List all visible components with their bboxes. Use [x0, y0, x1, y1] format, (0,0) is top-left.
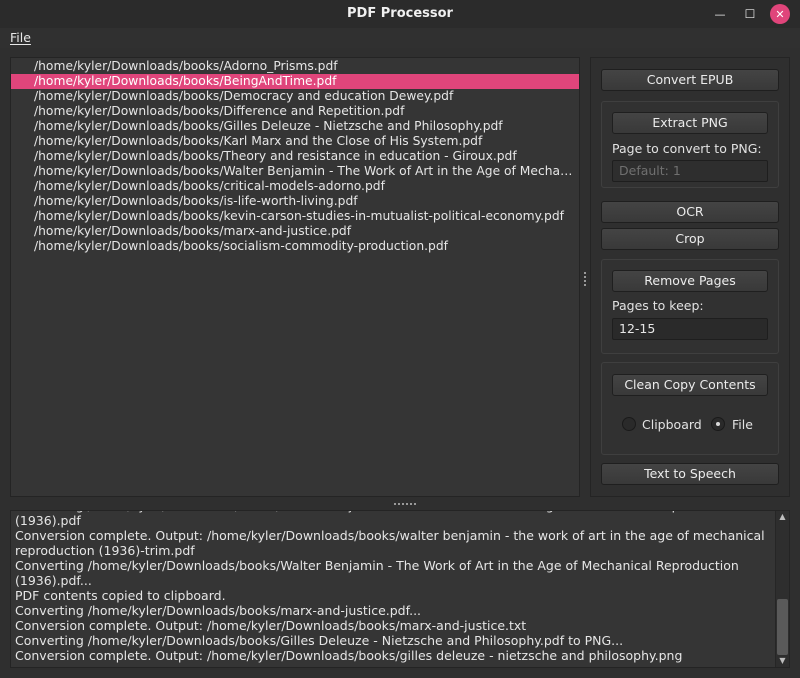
- window-title: PDF Processor: [347, 6, 453, 21]
- scroll-down-icon[interactable]: ▼: [776, 655, 789, 667]
- extract-png-button[interactable]: Extract PNG: [612, 112, 768, 134]
- file-list-item[interactable]: /home/kyler/Downloads/books/critical-mod…: [11, 179, 579, 194]
- clipboard-radio[interactable]: [622, 417, 636, 431]
- log-line: Converting /home/kyler/Downloads/books/W…: [15, 511, 739, 528]
- vertical-splitter-handle[interactable]: [584, 272, 587, 290]
- remove-pages-group: Remove Pages Pages to keep: 12-15: [601, 259, 779, 354]
- ocr-button[interactable]: OCR: [601, 201, 779, 223]
- scroll-thumb[interactable]: [777, 599, 788, 655]
- file-list-item[interactable]: /home/kyler/Downloads/books/Theory and r…: [11, 149, 579, 164]
- file-list-item[interactable]: /home/kyler/Downloads/books/Democracy an…: [11, 89, 579, 104]
- scroll-up-icon[interactable]: ▲: [776, 511, 789, 523]
- file-list-item[interactable]: /home/kyler/Downloads/books/socialism-co…: [11, 239, 579, 254]
- pages-to-keep-input[interactable]: 12-15: [612, 318, 768, 340]
- file-list-item[interactable]: /home/kyler/Downloads/books/BeingAndTime…: [11, 74, 579, 89]
- close-icon: ✕: [775, 7, 785, 21]
- clean-copy-group: Clean Copy Contents Clipboard File: [601, 362, 779, 455]
- log-line: Converting /home/kyler/Downloads/books/m…: [15, 603, 422, 618]
- page-to-convert-input[interactable]: Default: 1: [612, 160, 768, 182]
- horizontal-splitter-handle[interactable]: [394, 503, 416, 506]
- menu-file[interactable]: File: [10, 30, 31, 45]
- menu-file-label: File: [10, 30, 31, 45]
- file-list-item[interactable]: /home/kyler/Downloads/books/kevin-carson…: [11, 209, 579, 224]
- clean-copy-contents-button[interactable]: Clean Copy Contents: [612, 374, 768, 396]
- extract-png-group: Extract PNG Page to convert to PNG: Defa…: [601, 101, 779, 188]
- log-line: Converting /home/kyler/Downloads/books/G…: [15, 633, 624, 648]
- page-to-convert-label: Page to convert to PNG:: [612, 141, 762, 156]
- maximize-button[interactable]: ☐: [740, 4, 760, 24]
- log-line: Converting /home/kyler/Downloads/books/W…: [15, 558, 739, 588]
- clipboard-radio-label: Clipboard: [642, 417, 702, 432]
- file-radio-label: File: [732, 417, 753, 432]
- maximize-icon: ☐: [744, 7, 756, 21]
- log-line: PDF contents copied to clipboard.: [15, 588, 226, 603]
- file-list-item[interactable]: /home/kyler/Downloads/books/marx-and-jus…: [11, 224, 579, 239]
- log-line: Conversion complete. Output: /home/kyler…: [15, 618, 527, 633]
- file-list-item[interactable]: /home/kyler/Downloads/books/Difference a…: [11, 104, 579, 119]
- log-output[interactable]: Converting /home/kyler/Downloads/books/W…: [10, 510, 790, 668]
- file-list-item[interactable]: /home/kyler/Downloads/books/Gilles Deleu…: [11, 119, 579, 134]
- log-line: Conversion complete. Output: /home/kyler…: [15, 648, 683, 663]
- log-scrollbar[interactable]: ▲ ▼: [775, 511, 789, 667]
- file-radio[interactable]: [711, 417, 725, 431]
- file-list-item[interactable]: /home/kyler/Downloads/books/Walter Benja…: [11, 164, 579, 179]
- remove-pages-button[interactable]: Remove Pages: [612, 270, 768, 292]
- pages-to-keep-label: Pages to keep:: [612, 298, 704, 313]
- log-line: Conversion complete. Output: /home/kyler…: [15, 528, 765, 558]
- file-list-item[interactable]: /home/kyler/Downloads/books/Karl Marx an…: [11, 134, 579, 149]
- file-list-item[interactable]: /home/kyler/Downloads/books/Adorno_Prism…: [11, 59, 579, 74]
- crop-button[interactable]: Crop: [601, 228, 779, 250]
- text-to-speech-button[interactable]: Text to Speech: [601, 463, 779, 485]
- file-list-item[interactable]: /home/kyler/Downloads/books/is-life-wort…: [11, 194, 579, 209]
- actions-panel: Convert EPUB Extract PNG Page to convert…: [590, 57, 790, 497]
- log-lines: Converting /home/kyler/Downloads/books/W…: [15, 511, 771, 663]
- menu-bar: File: [0, 28, 800, 48]
- convert-epub-button[interactable]: Convert EPUB: [601, 69, 779, 91]
- close-button[interactable]: ✕: [770, 4, 790, 24]
- file-list[interactable]: /home/kyler/Downloads/books/Adorno_Prism…: [10, 57, 580, 497]
- minimize-button[interactable]: —: [710, 4, 730, 24]
- minimize-icon: —: [714, 7, 726, 21]
- title-bar: PDF Processor — ☐ ✕: [0, 0, 800, 28]
